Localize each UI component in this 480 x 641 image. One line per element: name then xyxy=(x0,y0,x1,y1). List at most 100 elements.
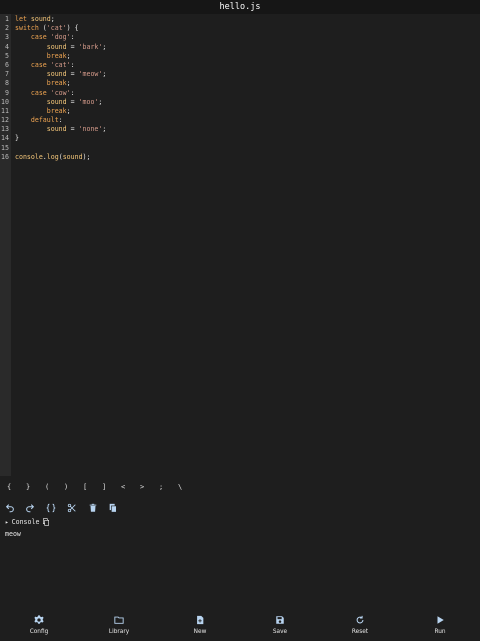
code-token: case xyxy=(15,88,51,97)
new-file-icon xyxy=(197,615,204,625)
code-token: ); xyxy=(82,152,91,161)
play-icon xyxy=(437,616,444,624)
symbol-key[interactable]: ( xyxy=(45,483,49,491)
line-number: 14 xyxy=(1,134,9,143)
code-token: = xyxy=(66,70,79,79)
line-number: 16 xyxy=(1,152,9,161)
code-token: case xyxy=(15,60,51,69)
code-token: } xyxy=(15,134,19,143)
code-token: : xyxy=(70,88,75,97)
code-token: sound xyxy=(15,70,67,79)
symbol-toolbar: {} () [] < >; \ xyxy=(0,480,200,494)
symbol-key[interactable]: > xyxy=(140,483,144,491)
folder-icon xyxy=(114,616,124,624)
nav-run-label: Run xyxy=(434,629,446,635)
undo-button[interactable] xyxy=(3,501,17,515)
symbol-key[interactable]: [ xyxy=(83,483,87,491)
cut-icon xyxy=(67,503,76,513)
code-line[interactable]: sound = 'meow'; xyxy=(15,70,107,79)
code-token: ; xyxy=(102,42,107,51)
code-line[interactable] xyxy=(15,144,106,153)
code-line[interactable]: sound = 'bark'; xyxy=(15,42,107,52)
code-token: 'cat' xyxy=(50,60,71,69)
code-token: 'meow' xyxy=(78,70,103,79)
nav-save[interactable]: Save xyxy=(260,608,300,641)
code-token: default xyxy=(15,116,59,125)
line-number: 10 xyxy=(1,97,9,106)
code-token: = xyxy=(66,125,79,134)
window-title: hello.js xyxy=(0,0,480,14)
code-token: 'none' xyxy=(78,125,103,134)
save-icon xyxy=(276,616,284,624)
code-line[interactable]: sound = 'moo'; xyxy=(15,98,106,107)
code-token: 'moo' xyxy=(78,97,99,106)
code-line[interactable]: let sound; xyxy=(15,15,106,24)
code-line[interactable]: break; xyxy=(15,52,106,61)
code-line[interactable]: case 'cow': xyxy=(15,89,106,98)
code-line[interactable]: switch ('cat') { xyxy=(15,24,106,33)
code-token: : xyxy=(70,60,75,69)
code-token: ; xyxy=(50,15,55,23)
code-line[interactable]: sound = 'none'; xyxy=(15,125,107,134)
symbol-key[interactable]: \ xyxy=(178,483,182,491)
copy-button[interactable] xyxy=(106,501,120,515)
nav-library-label: Library xyxy=(108,629,130,635)
delete-button[interactable] xyxy=(86,501,100,515)
line-number: 4 xyxy=(5,42,9,51)
code-line[interactable]: case 'cat': xyxy=(15,61,106,70)
code-token: let xyxy=(15,15,31,23)
symbol-key[interactable]: { xyxy=(7,483,11,491)
code-content[interactable]: let sound; switch ('cat') { case 'dog': s… xyxy=(15,15,106,162)
nav-new[interactable]: New xyxy=(180,608,220,641)
copy-console-icon[interactable] xyxy=(42,518,50,526)
code-token: 'bark' xyxy=(78,42,103,51)
code-token: case xyxy=(15,33,51,42)
code-token: : xyxy=(70,33,75,42)
symbol-key[interactable]: ) xyxy=(64,483,68,491)
redo-icon xyxy=(26,504,35,513)
edit-toolbar xyxy=(0,501,140,515)
symbol-key[interactable]: < xyxy=(121,483,125,491)
code-token: switch xyxy=(15,24,43,33)
code-token: ) { xyxy=(66,24,79,33)
line-number: 15 xyxy=(1,143,9,152)
console-toggle[interactable]: ▸ Console xyxy=(5,517,50,527)
code-token: sound xyxy=(62,152,83,161)
format-braces-icon xyxy=(46,503,56,513)
code-line[interactable]: } xyxy=(15,134,106,143)
cut-button[interactable] xyxy=(65,501,79,515)
bottom-navigation: Config Library New Save Reset Run xyxy=(0,608,480,641)
line-number: 6 xyxy=(5,60,9,69)
code-token: ; xyxy=(102,125,107,134)
code-token: : xyxy=(58,116,63,125)
code-line[interactable]: case 'dog': xyxy=(15,33,106,42)
code-line[interactable]: break; xyxy=(15,107,106,116)
symbol-key[interactable]: } xyxy=(26,483,30,491)
undo-icon xyxy=(5,504,14,513)
code-line[interactable]: default: xyxy=(15,116,106,125)
format-button[interactable] xyxy=(44,501,58,515)
nav-config-label: Config xyxy=(29,629,49,635)
code-token: = xyxy=(66,42,79,51)
nav-run[interactable]: Run xyxy=(420,608,460,641)
copy-icon xyxy=(109,503,117,513)
code-line[interactable]: console.log(sound); xyxy=(15,153,106,162)
line-number: 12 xyxy=(1,116,9,125)
code-editor[interactable]: 1 2 3 4 5 6 7 8 9 10 11 12 13 14 15 16 let sound; switch… xyxy=(0,14,480,476)
symbol-key[interactable]: ; xyxy=(159,483,163,491)
line-number: 3 xyxy=(5,33,9,42)
nav-new-label: New xyxy=(193,629,207,635)
symbol-key[interactable]: ] xyxy=(102,483,106,491)
code-token: ; xyxy=(66,79,71,88)
code-token: break xyxy=(15,51,67,60)
console-label: Console xyxy=(11,518,40,526)
redo-button[interactable] xyxy=(23,501,37,515)
code-token: sound xyxy=(15,97,67,106)
nav-config[interactable]: Config xyxy=(19,608,59,641)
code-line[interactable]: break; xyxy=(15,79,106,88)
line-number: 8 xyxy=(5,79,9,88)
code-token: 'dog' xyxy=(50,33,71,42)
nav-reset[interactable]: Reset xyxy=(340,608,380,641)
code-token: ; xyxy=(66,51,71,60)
nav-library[interactable]: Library xyxy=(99,608,139,641)
